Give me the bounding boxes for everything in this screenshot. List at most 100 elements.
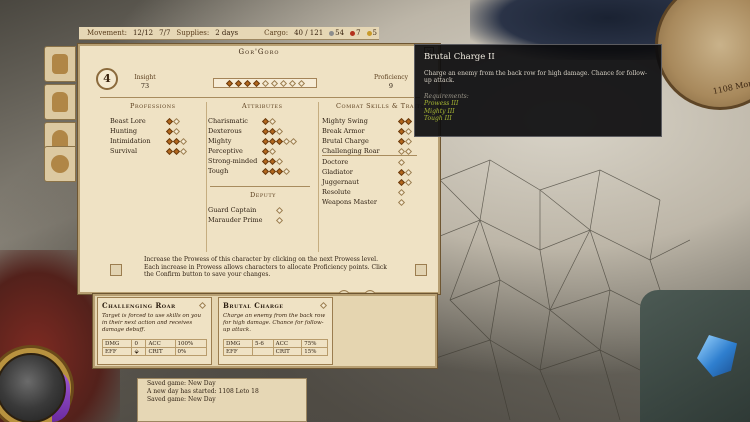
log-entry: A new day has started: 1108 Leto 18 xyxy=(147,388,259,395)
skill-row[interactable]: Perceptive xyxy=(208,146,297,156)
skill-level-empty[interactable] xyxy=(289,137,298,145)
prowess-level-diamond[interactable] xyxy=(288,79,296,87)
tab-inventory[interactable] xyxy=(44,84,76,120)
jar-icon xyxy=(52,92,68,112)
skill-row[interactable]: Resolute xyxy=(322,187,412,197)
acc-value: 100% xyxy=(174,339,208,348)
skill-row[interactable]: Mighty xyxy=(208,136,298,146)
skill-level-empty[interactable] xyxy=(268,117,277,125)
prowess-level-diamond[interactable] xyxy=(270,79,278,87)
skill-level-empty[interactable] xyxy=(282,167,291,175)
skill-row[interactable]: Break Armor xyxy=(322,126,413,136)
skill-level-empty[interactable] xyxy=(275,127,284,135)
prowess-level-diamond[interactable] xyxy=(243,79,251,87)
skill-level-empty[interactable] xyxy=(404,147,413,155)
prowess-level-diamond[interactable] xyxy=(252,79,260,87)
medallion-icon xyxy=(51,155,69,173)
skill-level-empty[interactable] xyxy=(172,127,181,135)
resource-3: 5 xyxy=(366,29,378,37)
skill-level-empty[interactable] xyxy=(172,117,181,125)
skill-name: Strong-minded xyxy=(208,157,258,165)
prowess-level-diamond[interactable] xyxy=(297,79,305,87)
skill-name: Juggernaut xyxy=(322,178,359,186)
prowess-level-diamond[interactable] xyxy=(225,79,233,87)
resource-1: 54 xyxy=(329,29,344,37)
skill-row[interactable]: Doctore xyxy=(322,157,412,167)
resource-3-value: 5 xyxy=(372,29,378,37)
skill-name: Doctore xyxy=(322,158,349,166)
tooltip-req: Tough III xyxy=(424,115,452,122)
skill-card-desc: Target is forced to use skills on you in… xyxy=(102,313,201,333)
acc-value: 75% xyxy=(301,339,328,348)
confirm-icon[interactable] xyxy=(415,264,427,276)
skill-level-empty[interactable] xyxy=(275,216,284,224)
prowess-level-diamond[interactable] xyxy=(234,79,242,87)
skill-level-empty[interactable] xyxy=(275,157,284,165)
leader-portrait[interactable] xyxy=(0,353,66,422)
skill-level-empty[interactable] xyxy=(397,198,406,206)
combat-list-top: Mighty Swing Break Armor Brutal Charge Chal… xyxy=(322,116,413,156)
skill-level-empty[interactable] xyxy=(397,158,406,166)
skill-card-title: Challenging Roar xyxy=(102,301,176,310)
insight-label: Insight xyxy=(134,74,156,81)
skill-row[interactable]: Weapons Master xyxy=(322,197,412,207)
skill-row[interactable]: Charismatic xyxy=(208,116,297,126)
skill-level-empty[interactable] xyxy=(404,168,413,176)
skill-level-empty[interactable] xyxy=(404,178,413,186)
header-divider xyxy=(100,97,420,98)
skill-level-empty[interactable] xyxy=(404,127,413,135)
log-entry: Saved game: New Day xyxy=(147,396,216,403)
skill-name: Weapons Master xyxy=(322,198,377,206)
skill-row[interactable]: Brutal Charge xyxy=(322,136,413,146)
tooltip-req: Mighty III xyxy=(424,107,455,115)
prowess-track[interactable] xyxy=(213,78,317,88)
eff-value xyxy=(251,347,274,356)
skill-card-brutal-charge[interactable]: Brutal Charge Charge an enemy from the b… xyxy=(218,297,333,365)
skill-row[interactable]: Survival xyxy=(110,146,188,156)
skill-level-empty[interactable] xyxy=(179,137,188,145)
skill-name: Perceptive xyxy=(208,147,243,155)
prowess-level-diamond[interactable] xyxy=(261,79,269,87)
dmg-value: 5-6 xyxy=(251,339,274,348)
skill-level-empty[interactable] xyxy=(404,137,413,145)
professions-list: Beast Lore Hunting Intimidation Survival xyxy=(110,116,188,156)
crit-value: 0% xyxy=(174,347,208,356)
skill-row[interactable]: Beast Lore xyxy=(110,116,187,126)
skill-row[interactable]: Strong-minded xyxy=(208,156,297,166)
prowess-level-diamond[interactable] xyxy=(279,79,287,87)
skill-row[interactable]: Tough xyxy=(208,166,297,176)
proficiency-box: Proficiency 9 xyxy=(360,74,422,92)
skill-card-challenging-roar[interactable]: Challenging Roar Target is forced to use… xyxy=(97,297,212,365)
attributes-list: Charismatic Dexterous Mighty Perceptive Stro… xyxy=(208,116,298,176)
eff-label: EFF xyxy=(223,347,253,356)
skill-row[interactable]: Guard Captain xyxy=(208,205,284,215)
skill-row[interactable]: Mighty Swing xyxy=(322,116,413,126)
supplies-label: Supplies: xyxy=(176,29,210,37)
skill-name: Gladiator xyxy=(322,168,353,176)
reset-icon[interactable] xyxy=(110,264,122,276)
skill-row[interactable]: Intimidation xyxy=(110,136,188,146)
skill-row[interactable]: Gladiator xyxy=(322,167,413,177)
insight-value: 73 xyxy=(140,82,150,90)
insight-box: Insight 73 xyxy=(114,74,176,92)
message-log[interactable]: Saved game: New Day A new day has starte… xyxy=(137,378,307,422)
tab-skills[interactable] xyxy=(44,146,76,182)
skill-name: Survival xyxy=(110,147,138,155)
skill-row[interactable]: Juggernaut xyxy=(322,177,413,187)
skill-level-empty[interactable] xyxy=(397,188,406,196)
attributes-divider xyxy=(210,186,310,187)
column-divider-1 xyxy=(206,102,207,252)
skill-row[interactable]: Marauder Prime xyxy=(208,215,284,225)
acc-label: ACC xyxy=(272,339,303,348)
skill-row[interactable]: Hunting xyxy=(110,126,187,136)
dmg-label: DMG xyxy=(101,339,133,348)
crit-value: 15% xyxy=(301,347,328,356)
skill-name: Hunting xyxy=(110,127,138,135)
tab-character[interactable] xyxy=(44,46,76,82)
skill-name: Dexterous xyxy=(208,127,242,135)
portrait-bust-icon xyxy=(52,54,68,74)
skill-level-empty[interactable] xyxy=(179,147,188,155)
skill-level-empty[interactable] xyxy=(275,206,284,214)
skill-level-empty[interactable] xyxy=(268,147,277,155)
skill-row[interactable]: Dexterous xyxy=(208,126,297,136)
